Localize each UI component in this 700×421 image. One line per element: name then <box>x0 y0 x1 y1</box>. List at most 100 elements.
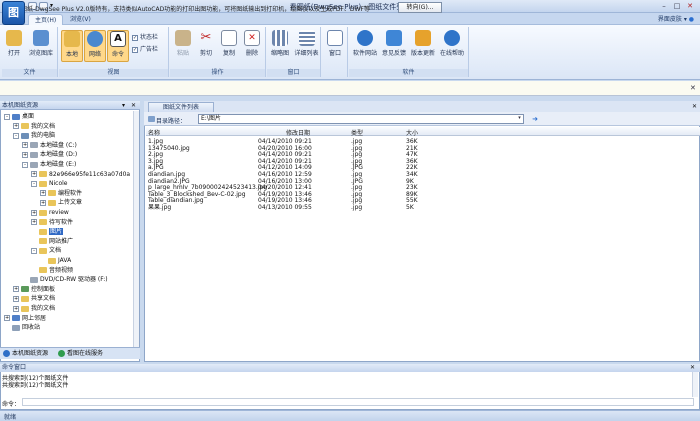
skin-menu[interactable]: 界面皮肤 ▾ ● <box>658 14 694 23</box>
expand-icon[interactable]: + <box>31 219 37 226</box>
local-button[interactable]: 本地 <box>61 30 83 62</box>
expand-icon[interactable]: + <box>31 209 37 216</box>
expand-icon[interactable]: + <box>13 286 19 293</box>
collapse-icon[interactable]: - <box>31 247 37 254</box>
tree-scrollbar[interactable] <box>133 111 139 347</box>
infobar-close-icon[interactable]: ✕ <box>690 84 696 92</box>
tab-local-resources[interactable]: 本机图纸资源 <box>3 349 48 358</box>
tree-item[interactable]: DVD/CD-RW 驱动器 (F:) <box>22 275 108 285</box>
delete-button[interactable]: ✕ 删除 <box>241 30 263 62</box>
feedback-button[interactable]: 意见反馈 <box>381 30 407 62</box>
thumbnail-button[interactable]: 缩略图 <box>269 30 291 62</box>
tree-item[interactable]: - 本地磁盘 (E:) <box>22 160 76 170</box>
collapse-icon[interactable]: - <box>13 132 19 139</box>
local-label: 本地 <box>65 51 78 58</box>
tab-home[interactable]: 主页(H) <box>28 14 64 25</box>
path-dropdown-icon[interactable]: ▾ <box>516 115 523 123</box>
statusbar-checkbox[interactable]: ✓ 状态栏 <box>132 32 158 41</box>
tab-online-service[interactable]: 看图在线服务 <box>58 349 103 358</box>
tree-item[interactable]: + 共享文档 <box>13 294 55 304</box>
tree-item[interactable]: +82e966e95fe11c63a07d0a <box>31 170 130 180</box>
minimize-button[interactable]: – <box>658 2 670 11</box>
online-service-icon <box>58 350 65 357</box>
tree-item-label: 本地磁盘 (D:) <box>40 151 78 159</box>
expand-icon[interactable]: + <box>22 151 28 158</box>
window-menu-button[interactable]: 窗口 <box>324 30 346 62</box>
copy-button[interactable]: 复制 <box>218 30 240 62</box>
expand-icon[interactable]: + <box>13 295 19 302</box>
tree-item[interactable]: + 待写软件 <box>31 218 73 228</box>
tree-item[interactable]: - 桌面 <box>4 112 34 122</box>
tree-item[interactable]: - 文档 <box>31 246 61 256</box>
command-button[interactable]: A 命令 <box>107 30 129 62</box>
pin-icon[interactable]: ▾ <box>122 102 125 109</box>
scissors-icon: ✂ <box>200 30 212 45</box>
path-input[interactable]: E:\图片 <box>198 114 524 124</box>
tree-item[interactable]: 回收站 <box>4 323 40 333</box>
tree-item-label: JAVA <box>58 257 72 264</box>
collapse-icon[interactable]: - <box>4 113 10 120</box>
file-modified: 04/13/2010 09:55 <box>258 204 312 211</box>
panel-close-icon[interactable]: ✕ <box>131 102 136 109</box>
tabstrip-close-icon[interactable]: ✕ <box>692 103 697 110</box>
go-arrow-icon[interactable]: ➜ <box>530 114 540 124</box>
tab-browse[interactable]: 浏览(V) <box>64 14 97 25</box>
tree-item[interactable]: - 我的电脑 <box>13 131 55 141</box>
adbar-checkbox[interactable]: ✓ 广告栏 <box>132 44 158 53</box>
expand-icon[interactable]: + <box>13 305 19 312</box>
expand-icon[interactable]: + <box>13 123 19 130</box>
cut-button[interactable]: ✂ 剪切 <box>195 30 217 62</box>
tab-file-list[interactable]: 图纸文件列表 <box>148 102 214 112</box>
collapse-icon[interactable]: - <box>31 180 37 187</box>
tree-item[interactable]: + 我的文档 <box>13 122 55 132</box>
network-button[interactable]: 网络 <box>84 30 106 62</box>
tree-item[interactable]: 图片 <box>31 227 64 237</box>
app-logo-icon[interactable]: 图 <box>2 1 25 25</box>
expand-icon[interactable]: + <box>40 190 46 197</box>
tree-item[interactable]: + 编程软件 <box>40 189 82 199</box>
tree-item[interactable]: + 我的文档 <box>13 304 55 314</box>
command-window-close-icon[interactable]: ✕ <box>690 364 695 371</box>
folder-icon <box>48 199 56 206</box>
open-button[interactable]: 打开 <box>3 30 25 62</box>
maximize-button[interactable]: □ <box>671 2 683 11</box>
detail-list-button[interactable]: 详细列表 <box>294 30 319 62</box>
path-label: 目录路径： <box>156 118 187 125</box>
browse-library-button[interactable]: 浏览图库 <box>28 30 54 62</box>
tree-item[interactable]: - Nicole <box>31 179 67 189</box>
tree-item[interactable]: JAVA <box>40 256 71 266</box>
close-button[interactable]: ✕ <box>684 2 696 11</box>
tree-item-label: 编程软件 <box>58 189 83 197</box>
column-modified[interactable]: 修改日期 <box>286 128 310 137</box>
tree-item[interactable]: 音频视频 <box>31 266 73 276</box>
folder-icon <box>12 315 20 322</box>
paste-button[interactable]: 粘贴 <box>172 30 194 62</box>
collapse-icon[interactable]: - <box>22 161 28 168</box>
command-a-icon: A <box>110 31 126 47</box>
command-scrollbar[interactable] <box>692 372 698 397</box>
tree-item[interactable]: 网站推广 <box>31 237 73 247</box>
tree-item-label: 控制面板 <box>31 285 56 293</box>
goto-button[interactable]: 转向(G)... <box>398 2 442 13</box>
expand-icon[interactable]: + <box>22 142 28 149</box>
tree-item[interactable]: + 控制面板 <box>13 285 55 295</box>
online-help-button[interactable]: 在线帮助 <box>439 30 465 62</box>
thumbnail-label: 缩略图 <box>270 50 289 57</box>
tree-item[interactable]: + 本地磁盘 (C:) <box>22 141 77 151</box>
update-icon <box>415 30 431 46</box>
column-type[interactable]: 类型 <box>351 128 363 137</box>
update-button[interactable]: 版本更新 <box>410 30 436 62</box>
tree-item[interactable]: + 上传文章 <box>40 198 82 208</box>
help-icon[interactable]: ● <box>689 16 694 23</box>
column-name[interactable]: 名称 <box>148 128 160 137</box>
tree-item[interactable]: + 本地磁盘 (D:) <box>22 150 77 160</box>
column-size[interactable]: 大小 <box>406 128 418 137</box>
check-icon: ✓ <box>132 46 138 53</box>
expand-icon[interactable]: + <box>31 171 37 178</box>
tree-item[interactable]: + 网上邻居 <box>4 314 46 324</box>
expand-icon[interactable]: + <box>40 199 46 206</box>
software-site-button[interactable]: 软件网站 <box>352 30 378 62</box>
tree-item[interactable]: + review <box>31 208 69 218</box>
expand-icon[interactable]: + <box>4 315 10 322</box>
command-input[interactable] <box>22 398 694 406</box>
